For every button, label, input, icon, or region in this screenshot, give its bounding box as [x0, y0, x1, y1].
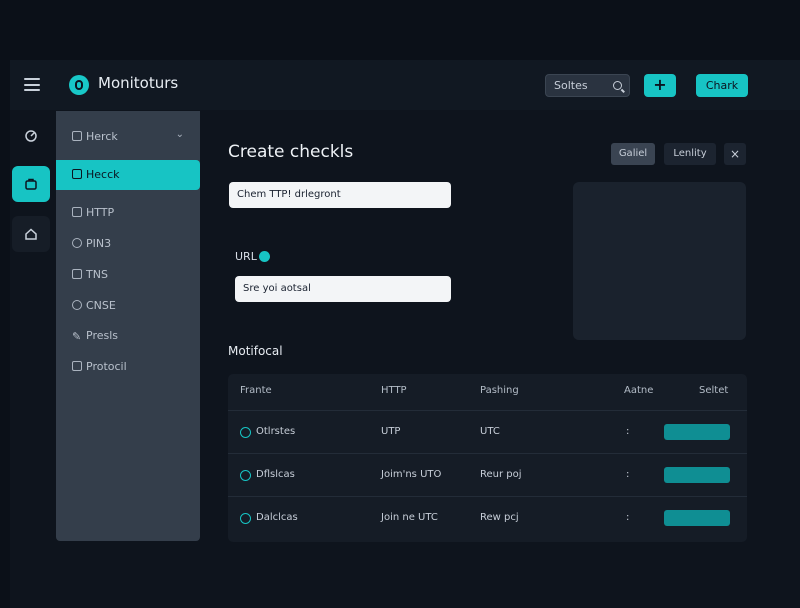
status-circle-icon	[240, 513, 251, 524]
gear-icon	[72, 238, 82, 248]
sidebar-item-http[interactable]: HTTP	[56, 198, 200, 228]
row-aatne: :	[626, 469, 630, 480]
row-pashing: UTC	[480, 426, 500, 437]
lock-icon	[72, 169, 82, 179]
row-name: Otlrstes	[256, 426, 296, 437]
page-title: Create checkls	[228, 142, 354, 162]
shield-icon	[72, 300, 82, 310]
sidebar-item-label: HTTP	[86, 206, 115, 219]
sidebar-item-cnse[interactable]: CNSE	[56, 291, 200, 321]
briefcase-icon	[25, 178, 37, 190]
sidebar-item-label: Protocil	[86, 360, 127, 373]
row-http: UTP	[381, 426, 401, 437]
url-input[interactable]: Sre yoi aotsal	[235, 276, 451, 302]
row-toggle[interactable]	[664, 424, 730, 440]
row-name: Dflslcas	[256, 469, 295, 480]
sidebar-item-label: TNS	[86, 268, 108, 281]
sidebar-item-pin3[interactable]: PIN3	[56, 229, 200, 259]
add-button[interactable]: +	[644, 74, 676, 97]
rail-gauge-button[interactable]	[12, 118, 50, 154]
sidebar-item-herck[interactable]: Herck ⌄	[56, 122, 200, 152]
row-http: Join ne UTC	[381, 512, 438, 523]
top-header: Monitoturs Soltes + Chark	[10, 60, 800, 110]
pen-icon: ✎	[72, 330, 82, 343]
status-circle-icon	[240, 470, 251, 481]
home-icon	[25, 228, 37, 240]
row-pashing: Rew pcj	[480, 512, 519, 523]
sidebar: Herck ⌄ Hecck HTTP PIN3 TNS CNSE ✎ Presl…	[56, 111, 200, 541]
lock-icon	[72, 131, 82, 141]
preview-panel	[573, 182, 746, 340]
chevron-down-icon: ⌄	[175, 129, 184, 140]
grid-icon	[72, 207, 82, 217]
search-label: Soltes	[554, 79, 588, 92]
section-title: Motifocal	[228, 344, 283, 358]
checks-table: Frante HTTP Pashing Aatne Seltet Otlrste…	[228, 374, 747, 542]
sidebar-item-hecck[interactable]: Hecck	[56, 160, 200, 190]
check-button[interactable]: Chark	[696, 74, 748, 97]
table-header-seltet: Seltet	[699, 385, 729, 396]
row-aatne: :	[626, 426, 630, 437]
table-row[interactable]: Dflslcas Joim'ns UTO Reur poj :	[228, 453, 747, 496]
app-title: Monitoturs	[98, 74, 179, 92]
sidebar-item-label: PIN3	[86, 237, 112, 250]
table-row[interactable]: Dalclcas Join ne UTC Rew pcj :	[228, 496, 747, 539]
search-input[interactable]: Soltes	[545, 74, 630, 97]
menu-icon[interactable]	[24, 78, 40, 91]
search-icon	[613, 81, 622, 90]
gauge-icon	[25, 130, 37, 142]
row-toggle[interactable]	[664, 510, 730, 526]
table-header-pashing: Pashing	[480, 385, 519, 396]
row-name: Dalclcas	[256, 512, 298, 523]
app-window: Monitoturs Soltes + Chark Herck ⌄ Hecck …	[10, 60, 800, 608]
sidebar-item-protocil[interactable]: Protocil	[56, 352, 200, 382]
table-header-http: HTTP	[381, 385, 407, 396]
rail-briefcase-button[interactable]	[12, 166, 50, 202]
box-icon	[72, 361, 82, 371]
sidebar-item-label: CNSE	[86, 299, 116, 312]
sidebar-item-label: Hecck	[86, 168, 120, 181]
table-header-aatne: Aatne	[624, 385, 654, 396]
table-header-frante: Frante	[240, 385, 272, 396]
row-aatne: :	[626, 512, 630, 523]
sidebar-item-tns[interactable]: TNS	[56, 260, 200, 290]
row-pashing: Reur poj	[480, 469, 522, 480]
link-icon	[72, 269, 82, 279]
url-label: URL	[235, 250, 257, 263]
info-icon	[259, 251, 270, 262]
table-row[interactable]: Otlrstes UTP UTC :	[228, 410, 747, 453]
check-name-input[interactable]: Chem TTP! drlegront	[229, 182, 451, 208]
row-http: Joim'ns UTO	[381, 469, 442, 480]
sidebar-item-label: Herck	[86, 130, 118, 143]
gallery-chip[interactable]: Galiel	[611, 143, 655, 165]
close-icon[interactable]: ×	[724, 143, 746, 165]
sidebar-item-label: Presls	[86, 329, 119, 342]
status-circle-icon	[240, 427, 251, 438]
rail-home-button[interactable]	[12, 216, 50, 252]
logo-icon	[69, 75, 89, 95]
row-toggle[interactable]	[664, 467, 730, 483]
lendity-chip[interactable]: Lenlity	[664, 143, 716, 165]
sidebar-item-presls[interactable]: ✎ Presls	[56, 321, 200, 351]
